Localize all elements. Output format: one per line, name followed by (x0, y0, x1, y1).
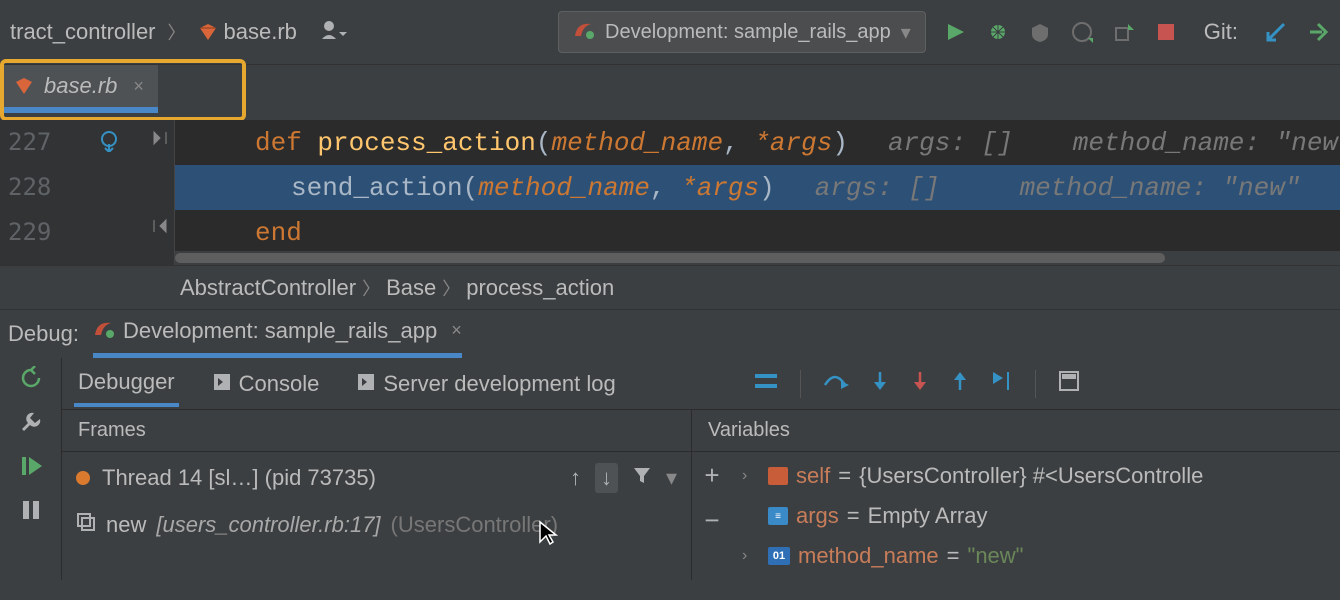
variable-row[interactable]: › self = {UsersController} #<UsersContro… (742, 456, 1330, 496)
coverage-icon[interactable] (1028, 20, 1052, 44)
editor-tab[interactable]: base.rb × (0, 65, 158, 113)
debug-icon[interactable] (986, 20, 1010, 44)
breadcrumb-item[interactable]: tract_controller (10, 19, 156, 45)
tab-debugger[interactable]: Debugger (74, 361, 179, 407)
step-into-icon[interactable] (871, 370, 889, 397)
line-number: 227 (8, 128, 51, 156)
toolbar-actions: Git: (944, 19, 1330, 45)
close-icon[interactable]: × (451, 320, 462, 341)
expand-icon[interactable]: › (742, 547, 760, 565)
gutter: 227 228 229 (0, 120, 175, 265)
vcs-update-icon[interactable] (1264, 20, 1288, 44)
ruby-file-icon (198, 22, 218, 42)
users-icon[interactable] (321, 19, 347, 46)
thread-label: Thread 14 [sl…] (pid 73735) (102, 465, 376, 491)
evaluate-icon[interactable] (1058, 370, 1080, 397)
fold-icon[interactable] (152, 130, 168, 151)
frames-panel: Frames Thread 14 [sl…] (pid 73735) ↑ ↓ ▾ (62, 410, 692, 580)
fold-end-icon[interactable] (152, 218, 168, 239)
variables-panel: Variables + − › self = { (692, 410, 1340, 580)
breadcrumb-item[interactable]: AbstractController (180, 275, 356, 301)
editor-breadcrumb[interactable]: AbstractController 〉 Base 〉 process_acti… (0, 265, 1340, 310)
top-breadcrumb[interactable]: tract_controller 〉 base.rb (10, 19, 297, 45)
chevron-down-icon[interactable]: ▾ (666, 465, 677, 491)
chevron-right-icon: 〉 (362, 275, 380, 301)
attach-icon[interactable] (1112, 20, 1136, 44)
horizontal-scrollbar[interactable] (175, 251, 1340, 265)
add-watch-icon[interactable]: + (704, 460, 719, 491)
show-execution-icon[interactable] (754, 372, 778, 395)
chevron-right-icon: 〉 (442, 275, 460, 301)
editor[interactable]: 227 228 229 def process_action(method_na… (0, 120, 1340, 265)
scrollbar-thumb[interactable] (175, 253, 1165, 263)
object-icon (768, 467, 788, 485)
line-number: 229 (8, 218, 51, 246)
variable-row[interactable]: ≡ args = Empty Array (742, 496, 1330, 536)
arrow-down-icon[interactable]: ↓ (595, 463, 618, 493)
divider (800, 370, 801, 398)
vcs-commit-icon[interactable] (1306, 20, 1330, 44)
editor-tabs: base.rb × (0, 65, 1340, 120)
tab-filename: base.rb (44, 73, 117, 99)
ruby-file-icon (14, 76, 34, 96)
session-label: Development: sample_rails_app (123, 318, 437, 344)
stop-icon[interactable] (1154, 20, 1178, 44)
tab-server-log[interactable]: Server development log (353, 363, 619, 405)
pause-icon[interactable] (17, 496, 45, 524)
remove-watch-icon[interactable]: − (704, 505, 719, 536)
variable-row[interactable]: › 01 method_name = "new" (742, 536, 1330, 576)
expand-icon[interactable]: › (742, 467, 760, 485)
profile-icon[interactable] (1070, 20, 1094, 44)
console-icon (213, 371, 231, 397)
step-out-icon[interactable] (951, 370, 969, 397)
debug-body: Frames Thread 14 [sl…] (pid 73735) ↑ ↓ ▾ (62, 410, 1340, 580)
force-step-into-icon[interactable] (911, 370, 929, 397)
wrench-icon[interactable] (17, 408, 45, 436)
breadcrumb-item[interactable]: base.rb (224, 19, 297, 45)
debug-tabs: Debugger Console Server development log (62, 358, 1340, 410)
rerun-icon[interactable] (17, 364, 45, 392)
debug-label: Debug: (8, 321, 79, 347)
code-line-current: send_action(method_name, *args)args: []m… (175, 165, 1340, 210)
debug-step-controls (754, 370, 1080, 398)
close-icon[interactable]: × (133, 76, 144, 97)
stack-icon (76, 512, 96, 538)
top-toolbar: tract_controller 〉 base.rb Development: … (0, 0, 1340, 65)
debug-sidebar (0, 358, 62, 580)
resume-icon[interactable] (17, 452, 45, 480)
step-over-icon[interactable] (823, 371, 849, 396)
rails-icon (573, 18, 595, 46)
thread-status-icon (76, 471, 90, 485)
code-line: end (175, 210, 1340, 255)
tab-console[interactable]: Console (209, 363, 324, 405)
debug-session-tab[interactable]: Development: sample_rails_app × (93, 310, 462, 358)
breadcrumb-item[interactable]: Base (386, 275, 436, 301)
chevron-right-icon: 〉 (168, 19, 186, 45)
debug-header: Debug: Development: sample_rails_app × (0, 310, 1340, 358)
run-config-label: Development: sample_rails_app (605, 21, 891, 44)
run-to-cursor-icon[interactable] (991, 370, 1013, 397)
array-icon: ≡ (768, 507, 788, 525)
chevron-down-icon: ▾ (901, 20, 911, 45)
run-icon[interactable] (944, 20, 968, 44)
code-content: def process_action(method_name, *args)ar… (175, 120, 1340, 255)
arrow-up-icon[interactable]: ↑ (570, 465, 581, 491)
frame-row[interactable]: new [users_controller.rb:17] (UsersContr… (62, 504, 691, 546)
run-to-cursor-icon[interactable] (98, 130, 120, 157)
run-config-dropdown[interactable]: Development: sample_rails_app ▾ (558, 11, 926, 53)
code-line: def process_action(method_name, *args)ar… (175, 120, 1340, 165)
filter-icon[interactable] (632, 465, 652, 491)
git-label: Git: (1204, 19, 1238, 45)
rails-icon (93, 317, 115, 345)
primitive-icon: 01 (768, 547, 790, 565)
breadcrumb-item[interactable]: process_action (466, 275, 614, 301)
debug-panel: Debug: Development: sample_rails_app × D… (0, 310, 1340, 600)
log-icon (357, 371, 375, 397)
line-number: 228 (8, 173, 51, 201)
thread-selector[interactable]: Thread 14 [sl…] (pid 73735) ↑ ↓ ▾ (62, 452, 691, 504)
variables-title: Variables (692, 410, 1340, 452)
frames-title: Frames (62, 410, 691, 452)
divider (1035, 370, 1036, 398)
